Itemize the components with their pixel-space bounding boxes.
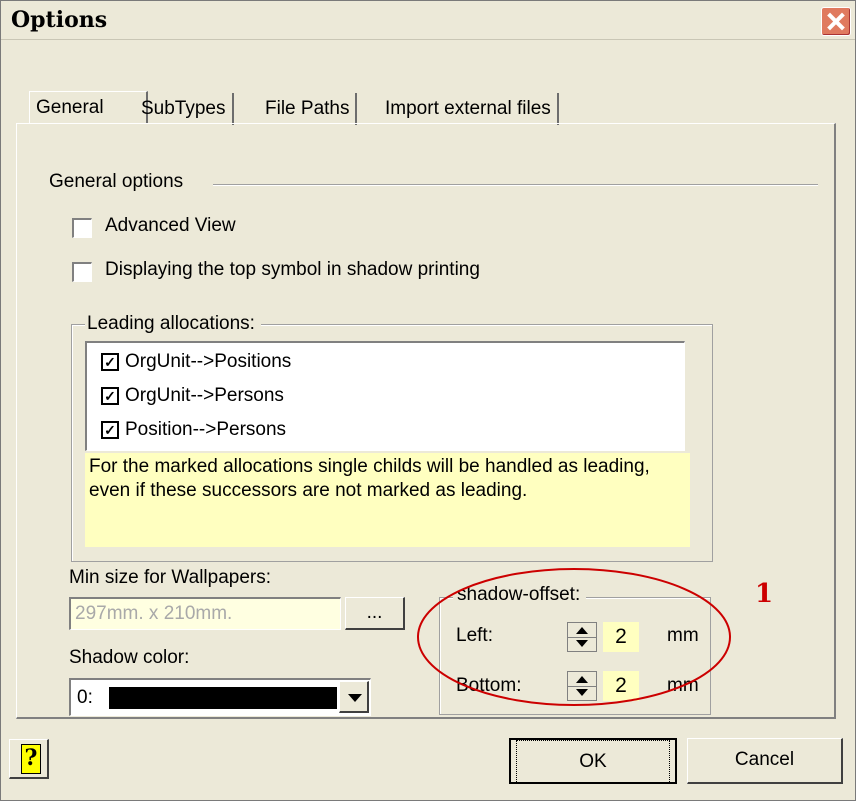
cancel-button[interactable]: Cancel: [687, 738, 843, 784]
tab-label: Import external files: [385, 98, 551, 119]
group-divider: [213, 184, 818, 186]
tab-label: File Paths: [265, 98, 350, 119]
leading-note: For the marked allocations single childs…: [85, 453, 690, 547]
top-symbol-checkbox[interactable]: [72, 262, 92, 282]
wallpaper-size-field: 297mm. x 210mm.: [69, 597, 341, 630]
leading-allocations-list[interactable]: ✓ OrgUnit-->Positions ✓ OrgUnit-->Person…: [85, 341, 685, 451]
general-options-label: General options: [49, 171, 190, 193]
browse-button[interactable]: ...: [345, 597, 405, 630]
window-title: Options: [11, 7, 108, 33]
annotation-number: 1: [755, 579, 774, 609]
shadow-color-label: Shadow color:: [69, 647, 190, 668]
ok-label: OK: [516, 740, 670, 784]
tab-import-external-files[interactable]: Import external files: [379, 93, 559, 125]
list-item-label: OrgUnit-->Positions: [125, 351, 292, 372]
annotation-ellipse: [417, 568, 731, 706]
check-icon[interactable]: ✓: [101, 387, 119, 405]
leading-allocations-label: Leading allocations:: [85, 313, 261, 335]
wallpaper-label: Min size for Wallpapers:: [69, 567, 272, 588]
close-button[interactable]: [821, 7, 851, 36]
title-bar: Options: [1, 1, 855, 40]
tab-general[interactable]: General: [29, 91, 148, 124]
advanced-view-label: Advanced View: [105, 215, 236, 236]
shadow-color-value: 0:: [77, 687, 93, 708]
tab-subtypes[interactable]: SubTypes: [135, 93, 234, 125]
check-icon[interactable]: ✓: [101, 421, 119, 439]
check-icon[interactable]: ✓: [101, 353, 119, 371]
tab-label: SubTypes: [141, 98, 226, 119]
advanced-view-checkbox[interactable]: [72, 218, 92, 238]
tab-file-paths[interactable]: File Paths: [259, 93, 358, 125]
ok-button[interactable]: OK: [509, 738, 677, 784]
top-symbol-label: Displaying the top symbol in shadow prin…: [105, 259, 480, 280]
list-item-label: Position-->Persons: [125, 419, 287, 440]
chevron-down-icon[interactable]: [339, 681, 369, 713]
list-item-label: OrgUnit-->Persons: [125, 385, 284, 406]
shadow-color-select[interactable]: 0:: [69, 678, 371, 716]
help-button[interactable]: ?: [9, 739, 49, 779]
options-dialog: Options General SubTypes File Paths Impo…: [0, 0, 856, 801]
color-swatch: [109, 687, 337, 709]
tab-label: General: [36, 97, 104, 118]
help-icon: ?: [21, 744, 41, 774]
